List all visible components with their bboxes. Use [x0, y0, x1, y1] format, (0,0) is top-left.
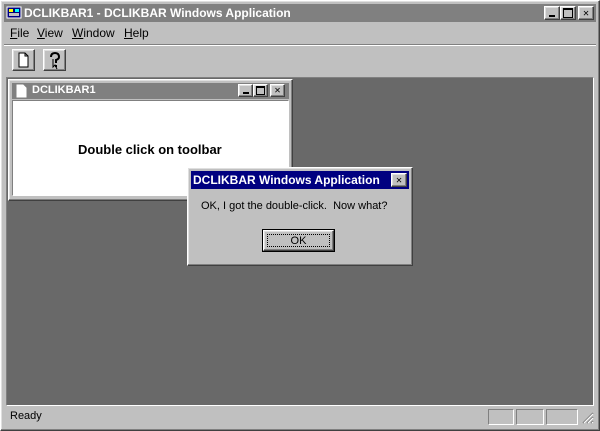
ok-label: OK — [290, 234, 307, 247]
ok-focus-rect: OK — [267, 234, 330, 247]
child-minimize-button[interactable] — [238, 84, 253, 97]
menu-view[interactable]: View — [37, 26, 63, 40]
menu-file[interactable]: File — [10, 26, 29, 40]
dialog-title-bar[interactable]: DCLIKBAR Windows Application ✕ — [191, 171, 409, 189]
menu-window[interactable]: Window — [72, 26, 115, 40]
menu-help[interactable]: Help — [124, 26, 149, 40]
ok-button[interactable]: OK — [262, 229, 335, 252]
new-document-icon — [18, 52, 29, 68]
maximize-button[interactable] — [560, 6, 576, 20]
message-dialog: DCLIKBAR Windows Application ✕ OK, I got… — [187, 167, 413, 266]
context-help-button[interactable] — [43, 49, 66, 71]
dialog-message: OK, I got the double-click. Now what? — [201, 200, 388, 212]
status-pane-2 — [516, 409, 544, 425]
resize-grip-icon[interactable] — [580, 410, 594, 424]
maximize-icon — [563, 8, 573, 18]
child-body-text: Double click on toolbar — [78, 142, 222, 157]
child-close-button[interactable]: ✕ — [270, 84, 285, 97]
dialog-close-button[interactable]: ✕ — [391, 173, 407, 187]
toolbar[interactable] — [4, 44, 596, 74]
status-pane-1 — [488, 409, 514, 425]
context-help-icon — [50, 51, 61, 70]
close-icon: ✕ — [274, 85, 281, 96]
child-title-bar[interactable]: DCLIKBAR1 ✕ — [12, 83, 289, 99]
document-icon[interactable] — [14, 84, 28, 98]
dialog-title: DCLIKBAR Windows Application — [193, 173, 380, 187]
main-title: DCLIKBAR1 - DCLIKBAR Windows Application — [24, 6, 291, 20]
minimize-icon — [549, 15, 555, 17]
minimize-button[interactable] — [544, 6, 560, 20]
status-text: Ready — [10, 410, 42, 422]
new-document-button[interactable] — [12, 49, 35, 71]
close-icon: ✕ — [395, 174, 403, 186]
child-title: DCLIKBAR1 — [32, 84, 96, 96]
app-icon[interactable] — [6, 5, 22, 21]
status-pane-3 — [546, 409, 578, 425]
maximize-icon — [256, 86, 265, 95]
minimize-icon — [242, 92, 249, 94]
child-maximize-button[interactable] — [253, 84, 268, 97]
close-icon: ✕ — [582, 7, 590, 19]
close-button[interactable]: ✕ — [578, 6, 594, 20]
ok-button-face: OK — [263, 230, 334, 251]
main-title-bar[interactable]: DCLIKBAR1 - DCLIKBAR Windows Application… — [4, 4, 596, 22]
